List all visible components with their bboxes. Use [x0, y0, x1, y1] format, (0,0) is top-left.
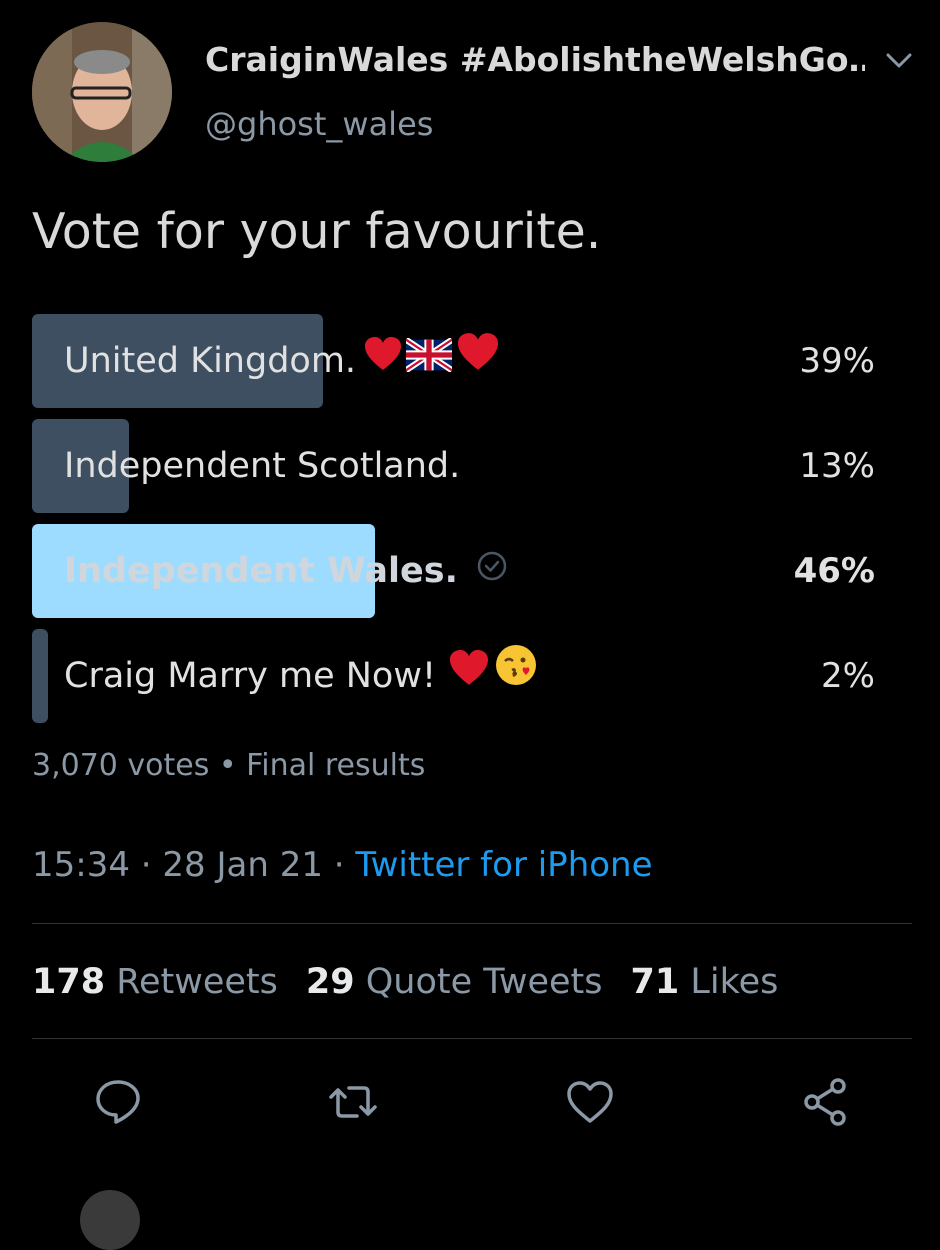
- user-handle[interactable]: @ghost_wales: [205, 105, 433, 143]
- poll-option: United Kingdom. 39%: [32, 314, 875, 408]
- red-heart-icon: [364, 314, 402, 408]
- tweet-text: Vote for your favourite.: [32, 203, 602, 260]
- poll-footer: 3,070 votes • Final results: [32, 748, 425, 783]
- tweet-meta: 15:34 · 28 Jan 21 · Twitter for iPhone: [32, 845, 653, 885]
- poll-option-label: Independent Wales.: [64, 551, 458, 591]
- poll-option-label: Craig Marry me Now!: [64, 656, 436, 696]
- like-icon[interactable]: [564, 1076, 616, 1128]
- red-heart-icon: [456, 314, 500, 408]
- quotes-count: 29: [305, 962, 355, 1002]
- poll-option: Independent Scotland. 13%: [32, 419, 875, 513]
- share-icon[interactable]: [800, 1076, 852, 1128]
- poll-option-label: Independent Scotland.: [64, 446, 461, 486]
- next-reply-avatar[interactable]: [80, 1190, 140, 1250]
- avatar[interactable]: [32, 22, 172, 162]
- divider: [32, 1038, 912, 1039]
- check-circle-icon: [476, 524, 508, 618]
- retweets-stat[interactable]: 178 Retweets: [32, 962, 278, 1002]
- uk-flag-icon: [404, 314, 454, 408]
- quote-tweets-stat[interactable]: 29 Quote Tweets: [306, 962, 603, 1002]
- poll-option-percent: 2%: [821, 656, 875, 696]
- red-heart-icon: [448, 629, 490, 723]
- display-name[interactable]: CraiginWales #AbolishtheWelshGo…: [205, 40, 865, 79]
- divider: [32, 923, 912, 924]
- tweet-stats: 178 Retweets 29 Quote Tweets 71 Likes: [32, 962, 806, 1002]
- poll-option-percent: 46%: [793, 551, 875, 591]
- meta-separator: ·: [322, 845, 356, 885]
- likes-label: Likes: [690, 962, 779, 1002]
- poll-bar: [32, 629, 48, 723]
- tweet-time[interactable]: 15:34: [32, 845, 130, 885]
- poll-option-percent: 13%: [799, 446, 875, 486]
- poll-footer-separator: •: [209, 748, 247, 783]
- face-blowing-kiss-icon: [494, 629, 538, 723]
- meta-separator: ·: [129, 845, 163, 885]
- poll-option-percent: 39%: [799, 341, 875, 381]
- poll-status: Final results: [246, 748, 426, 783]
- likes-count: 71: [630, 962, 680, 1002]
- retweets-count: 178: [32, 962, 106, 1002]
- retweets-label: Retweets: [116, 962, 278, 1002]
- poll-option: Craig Marry me Now! 2%: [32, 629, 875, 723]
- reply-icon[interactable]: [92, 1076, 144, 1128]
- poll-option-winner: Independent Wales. 46%: [32, 524, 875, 618]
- poll-option-label: United Kingdom.: [64, 341, 357, 381]
- retweet-icon[interactable]: [327, 1076, 379, 1128]
- quotes-label: Quote Tweets: [365, 962, 603, 1002]
- chevron-down-icon[interactable]: [882, 46, 916, 76]
- likes-stat[interactable]: 71 Likes: [630, 962, 778, 1002]
- tweet-date[interactable]: 28 Jan 21: [162, 845, 323, 885]
- poll-votes: 3,070 votes: [32, 748, 210, 783]
- tweet-source-link[interactable]: Twitter for iPhone: [355, 845, 652, 885]
